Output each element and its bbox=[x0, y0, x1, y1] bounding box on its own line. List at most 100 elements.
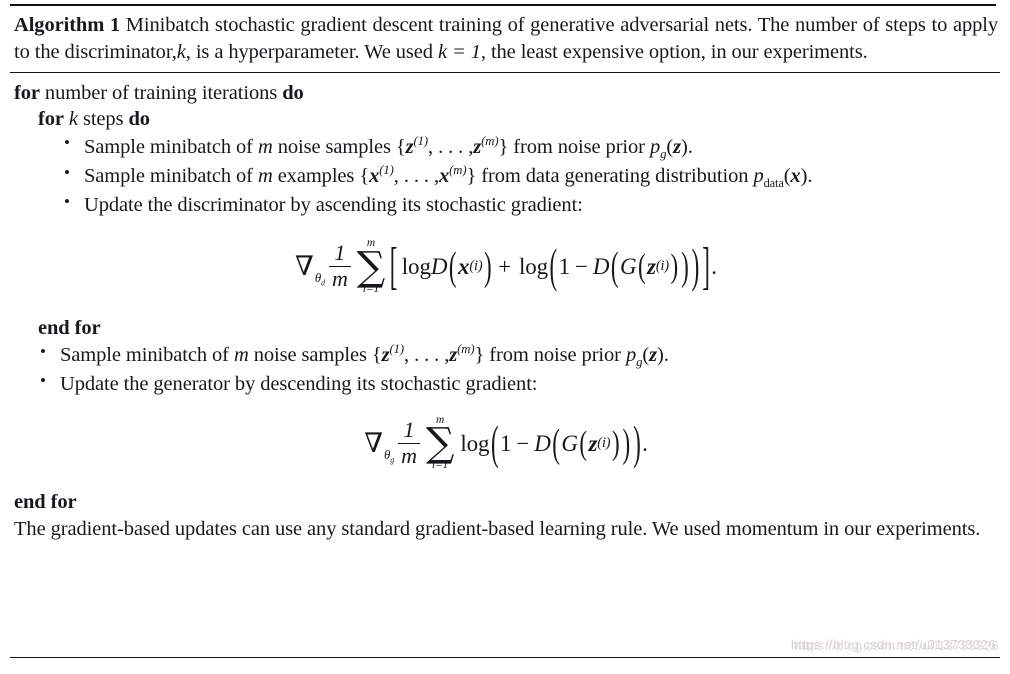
b4-prior-arg: z bbox=[649, 344, 657, 367]
summation-g: m ∑ i=1 bbox=[425, 414, 455, 472]
line-for-outer: for number of training iterations do bbox=[14, 80, 998, 107]
func-G-g: G bbox=[561, 430, 578, 456]
paren-close-Gz-g: ) bbox=[611, 424, 620, 461]
paren-open-outer-g: ( bbox=[490, 416, 499, 469]
bullet-sample-noise-2: Sample minibatch of m noise samples {z(1… bbox=[38, 341, 998, 370]
paren-open-DG-d: ( bbox=[610, 244, 619, 288]
paren-open-Dx: ( bbox=[448, 244, 457, 288]
b5-text: Update the generator by descending its s… bbox=[60, 372, 538, 395]
algorithm-note-end: , the least expensive option, in our exp… bbox=[480, 41, 868, 64]
minus-operator-d: − bbox=[575, 253, 588, 279]
paren-close-Dx: ) bbox=[484, 244, 492, 288]
b2-dist: pdata(x). bbox=[753, 165, 813, 191]
paren-open-Gz-g: ( bbox=[579, 424, 587, 461]
algorithm-title: Minibatch stochastic gradient descent tr… bbox=[125, 14, 753, 36]
equation-generator: ∇θg 1 m m ∑ i=1 log ( 1 − D ( G (z(i)) bbox=[14, 397, 998, 489]
b2-sup2: (m) bbox=[449, 163, 467, 178]
b4-prior: pg(z). bbox=[626, 344, 669, 369]
b1-sup2: (m) bbox=[481, 133, 499, 148]
b4-text-a: Sample minibatch of bbox=[60, 344, 229, 367]
b4-var1: z bbox=[381, 344, 390, 367]
b4-sym-m: m bbox=[233, 344, 249, 367]
sum-lower-limit-d: i=1 bbox=[362, 282, 380, 295]
b4-ellipsis: , . . . , bbox=[404, 344, 450, 367]
equation-discriminator-row: ∇ θd 1 m m ∑ i=1 [ log D (x (i)) + log ( 1 bbox=[295, 238, 717, 295]
frac-denominator-g: m bbox=[398, 442, 420, 468]
equation-discriminator: ∇ θd 1 m m ∑ i=1 [ log D (x (i)) + log ( 1 bbox=[14, 219, 998, 315]
b2-sup1: (1) bbox=[379, 163, 394, 178]
frac-numerator-d: 1 bbox=[334, 240, 346, 266]
b2-set-close: } bbox=[466, 165, 477, 188]
algorithm-body: for number of training iterations do for… bbox=[10, 73, 1000, 543]
fraction-one-over-m-d: 1 m bbox=[328, 240, 351, 291]
b1-set: {z(1), . . . ,z(m)} bbox=[395, 133, 508, 158]
var-z-d: z bbox=[647, 253, 656, 279]
bullet-sample-examples: Sample minibatch of m examples {x(1), . … bbox=[62, 162, 998, 192]
b4-var2: z bbox=[449, 344, 458, 367]
b1-sym-m: m bbox=[257, 135, 273, 158]
paren-close-outer-g: ) bbox=[633, 416, 641, 469]
bracket-close-d: ] bbox=[702, 237, 710, 294]
paren-close-outer-d: ) bbox=[691, 240, 700, 292]
for-inner-text: steps bbox=[82, 108, 124, 131]
b4-set: {z(1), . . . ,z(m)} bbox=[372, 342, 484, 367]
log-2-d: log bbox=[518, 253, 549, 279]
keyword-do-inner: do bbox=[128, 108, 151, 131]
b1-prior-arg: z bbox=[673, 135, 681, 158]
for-outer-text: number of training iterations bbox=[44, 81, 278, 104]
b2-dist-p: p bbox=[753, 165, 764, 188]
var-z-g: z bbox=[588, 430, 598, 456]
bullet-update-generator: Update the generator by descending its s… bbox=[38, 370, 998, 398]
b1-text-a: Sample minibatch of bbox=[84, 135, 253, 158]
keyword-end-for-outer: end for bbox=[14, 491, 77, 514]
k-symbol: k bbox=[176, 41, 186, 64]
paren-close-DG-g: ) bbox=[622, 420, 631, 465]
bullet-sample-noise-1: Sample minibatch of m noise samples {z(1… bbox=[62, 132, 998, 162]
nabla-subscript-theta-g: θg bbox=[384, 447, 394, 472]
func-D-g: D bbox=[534, 430, 551, 456]
theta-index-d: d bbox=[321, 278, 325, 288]
k-value: k = 1 bbox=[437, 41, 481, 64]
sigma-icon-d: ∑ bbox=[356, 243, 386, 290]
b1-var2: z bbox=[473, 135, 482, 158]
b2-set: {x(1), . . . ,x(m)} bbox=[359, 163, 477, 188]
sup-i-z-g: (i) bbox=[597, 435, 611, 452]
b1-text-b: noise samples bbox=[277, 135, 391, 158]
b2-var1: x bbox=[369, 165, 380, 188]
b2-set-open: { bbox=[359, 165, 370, 188]
log-g: log bbox=[460, 430, 490, 456]
b4-text-b: noise samples bbox=[253, 344, 367, 367]
algorithm-label: Algorithm 1 bbox=[14, 14, 121, 36]
paren-open-DG-g: ( bbox=[552, 420, 560, 465]
watermark-text-ghost: https://blog.csdn.net/u013733326 bbox=[793, 638, 999, 653]
sigma-icon-g: ∑ bbox=[425, 420, 455, 467]
algorithm-caption: Algorithm 1 Minibatch stochastic gradien… bbox=[10, 6, 1000, 67]
equation-generator-row: ∇θg 1 m m ∑ i=1 log ( 1 − D ( G (z(i)) bbox=[364, 414, 648, 472]
keyword-end-for-inner: end for bbox=[38, 316, 101, 339]
closing-paragraph: The gradient-based updates can use any s… bbox=[14, 518, 981, 541]
b2-sym-m: m bbox=[257, 165, 273, 188]
b2-var2: x bbox=[439, 165, 450, 188]
plus-operator-d: + bbox=[498, 253, 511, 279]
b1-set-open: { bbox=[395, 135, 406, 158]
line-end-for-inner: end for bbox=[38, 315, 998, 342]
watermark: https://blog.csdn.net/u013733326 https:/… bbox=[791, 637, 999, 653]
b4-text-c: from noise prior bbox=[489, 344, 621, 367]
b4-prior-close: ) bbox=[656, 344, 664, 367]
keyword-for-inner: for bbox=[38, 108, 64, 131]
rule-bottom bbox=[10, 657, 1000, 658]
sup-i-x-d: (i) bbox=[469, 258, 483, 275]
keyword-do-outer: do bbox=[282, 81, 304, 104]
frac-numerator-g: 1 bbox=[403, 417, 415, 443]
func-D-1: D bbox=[430, 253, 448, 279]
b2-dist-sub: data bbox=[763, 176, 784, 191]
b2-text-c: from data generating distribution bbox=[481, 165, 749, 188]
b2-dist-arg: x bbox=[790, 165, 801, 188]
b2-period: . bbox=[807, 165, 813, 188]
func-D-2: D bbox=[592, 253, 610, 279]
bullet-group-outer: Sample minibatch of m noise samples {z(1… bbox=[38, 341, 998, 397]
paren-close-Gz-d: ) bbox=[670, 247, 679, 285]
b4-sup2: (m) bbox=[457, 342, 475, 357]
bullet-group-inner: Sample minibatch of m noise samples { z (1… bbox=[62, 132, 998, 219]
sum-lower-limit-g: i=1 bbox=[431, 459, 449, 472]
